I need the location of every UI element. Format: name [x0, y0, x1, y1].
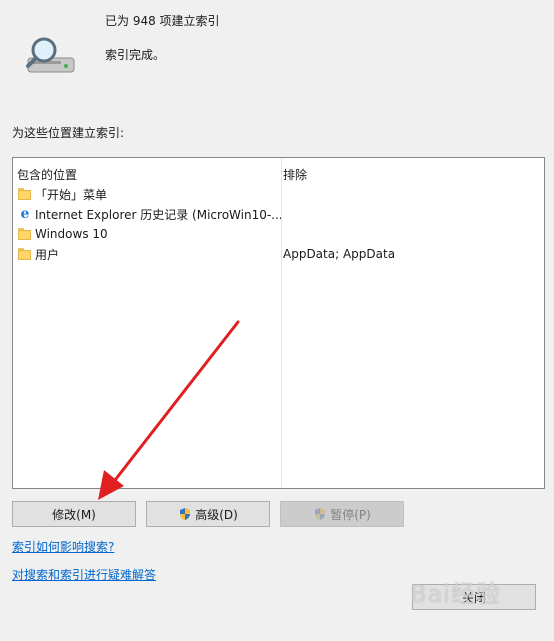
annotation-arrow-shaft: [110, 320, 240, 486]
watermark: Bai经验: [410, 580, 501, 608]
annotation-arrow-overlay: [98, 320, 240, 500]
